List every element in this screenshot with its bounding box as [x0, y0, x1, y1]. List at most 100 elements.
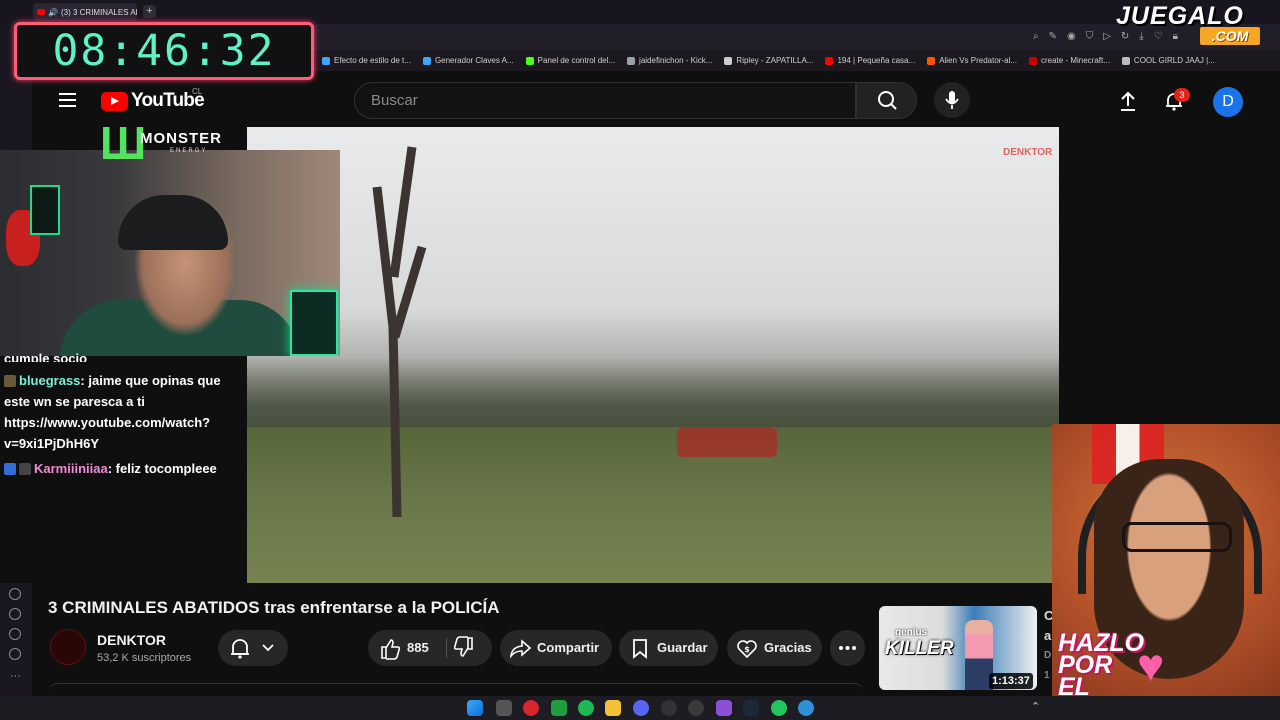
save-button[interactable]: Guardar: [619, 630, 718, 666]
webcam-cap: [118, 195, 228, 250]
stream-clock: 08:46:32: [14, 22, 314, 80]
steam-icon[interactable]: [743, 700, 759, 716]
heart-icon: ♥: [1137, 639, 1165, 691]
tab-title: (3) 3 CRIMINALES AB...: [60, 7, 137, 17]
xbox-icon[interactable]: [551, 700, 567, 716]
glasses-icon: [1122, 522, 1232, 552]
bookmark-label: jaidefinichon - Kick...: [639, 56, 713, 65]
more-icon[interactable]: ···: [10, 670, 21, 682]
video-duration-badge: 1:13:37: [989, 673, 1033, 689]
spotify-icon[interactable]: [578, 700, 594, 716]
camera-icon[interactable]: ◉: [1067, 31, 1076, 42]
hamburger-menu-icon[interactable]: [59, 93, 76, 107]
browser-tab-active[interactable]: 🔊 (3) 3 CRIMINALES AB...: [33, 3, 137, 21]
subscription-bell-button[interactable]: [218, 630, 288, 666]
bookmark-item[interactable]: Alien Vs Predator-al...: [927, 56, 1017, 65]
chat-message: Karmiiiniiaa: feliz tocompleee: [4, 458, 244, 479]
video-tree: [372, 146, 427, 517]
bookmark-favicon-icon: [724, 56, 733, 65]
player-side-area: [1059, 127, 1260, 424]
save-label: Guardar: [657, 640, 708, 655]
bookmark-favicon-icon: [927, 56, 936, 65]
bookmark-label: Ripley - ZAPATILLA...: [736, 56, 814, 65]
bookmark-item[interactable]: jaidefinichon - Kick...: [627, 56, 712, 65]
obs-icon[interactable]: [661, 700, 677, 716]
bookmark-item[interactable]: Ripley - ZAPATILLA...: [724, 56, 813, 65]
heart-outline-icon[interactable]: [9, 588, 21, 600]
browser-icon[interactable]: [798, 700, 814, 716]
bookmark-favicon-icon: [825, 56, 834, 65]
thanks-label: Gracias: [764, 640, 812, 655]
share-label: Compartir: [537, 640, 600, 655]
app-icon[interactable]: [716, 700, 732, 716]
thumbnail-text-main: KILLER: [885, 638, 954, 659]
task-view-icon[interactable]: [496, 700, 512, 716]
bookmark-favicon-icon: [422, 56, 431, 65]
svg-text:$: $: [744, 645, 750, 654]
video-red-truck: [677, 427, 777, 457]
tray-chevron-icon[interactable]: ⌃: [1031, 700, 1040, 713]
chat-message: bluegrass: jaime que opinas que este wn …: [4, 370, 244, 454]
video-player[interactable]: DENKTOR: [247, 127, 1059, 583]
bookmark-item[interactable]: Generador Claves A...: [422, 56, 514, 65]
like-button[interactable]: [380, 630, 401, 666]
channel-avatar[interactable]: [50, 629, 86, 665]
like-dislike-group: 885: [368, 630, 492, 666]
speaker-icon: 🔊: [48, 7, 58, 17]
microphone-icon: [945, 91, 959, 109]
bookmark-item[interactable]: COOL GIRLD JAAJ |...: [1121, 56, 1215, 65]
bookmark-item[interactable]: Efecto de estilo de t...: [322, 56, 411, 65]
dislike-button[interactable]: [453, 630, 474, 666]
youtube-logo[interactable]: YouTube: [101, 90, 205, 112]
art-text-line: EL: [1058, 673, 1090, 697]
chat-overlay: cumple socio bluegrass: jaime que opinas…: [0, 351, 247, 583]
edit-icon[interactable]: ✎: [1049, 31, 1057, 42]
zoom-icon[interactable]: ⌕: [1033, 31, 1039, 42]
bookmark-item[interactable]: create - Minecraft...: [1029, 56, 1110, 65]
search-input[interactable]: Buscar: [354, 82, 856, 119]
thumbs-down-icon: [453, 636, 473, 657]
folder-icon[interactable]: [605, 700, 621, 716]
upload-icon[interactable]: [1118, 90, 1138, 112]
account-avatar[interactable]: D: [1213, 87, 1243, 117]
history-icon[interactable]: [9, 608, 21, 620]
webcam-monster-can: [30, 185, 60, 235]
windows-start-icon[interactable]: [467, 700, 483, 716]
search-icon: [878, 91, 897, 110]
voice-search-button[interactable]: [934, 82, 970, 118]
chat-badge-icon: [4, 375, 16, 387]
shield-icon[interactable]: ⛉: [1086, 31, 1094, 42]
heart-dollar-icon: $: [737, 640, 757, 659]
new-tab-button[interactable]: +: [143, 5, 156, 18]
app-icon[interactable]: [688, 700, 704, 716]
discord-icon[interactable]: [633, 700, 649, 716]
bookmark-label: COOL GIRLD JAAJ |...: [1133, 56, 1215, 65]
share-button[interactable]: Compartir: [500, 630, 612, 666]
opera-icon[interactable]: [523, 700, 539, 716]
hazlo-por-el-text: HAZLO POR EL: [1058, 631, 1144, 697]
settings-icon[interactable]: [9, 628, 21, 640]
more-horizontal-icon: [839, 646, 856, 650]
youtube-favicon-icon: [37, 9, 45, 15]
channel-name[interactable]: DENKTOR: [97, 632, 166, 648]
app-icon[interactable]: [771, 700, 787, 716]
bookmark-item[interactable]: 194 | Pequeña casa...: [825, 56, 915, 65]
thanks-button[interactable]: $ Gracias: [727, 630, 822, 666]
country-code: CL: [192, 87, 203, 96]
chat-partial-line: cumple socio: [4, 351, 88, 362]
lightbulb-icon[interactable]: [9, 648, 21, 660]
more-actions-button[interactable]: [830, 630, 865, 666]
bookmark-favicon-icon: [322, 56, 330, 65]
bookmark-favicon-icon: [525, 56, 534, 65]
bookmark-label: Panel de control del...: [537, 56, 616, 65]
play-icon[interactable]: ▷: [1103, 31, 1111, 42]
streamer-avatar-art: HAZLO POR EL ♥: [1052, 424, 1280, 696]
bookmark-item[interactable]: Panel de control del...: [525, 56, 616, 65]
chat-badge-icon: [4, 463, 16, 475]
search-button[interactable]: [856, 82, 917, 119]
chat-emote-icon: [19, 463, 31, 475]
comment-box-edge: [48, 683, 864, 695]
monster-logo-text: MONSTER: [140, 130, 222, 147]
thumbnail-text-top: genius: [895, 627, 928, 638]
bookmark-label: create - Minecraft...: [1041, 56, 1110, 65]
